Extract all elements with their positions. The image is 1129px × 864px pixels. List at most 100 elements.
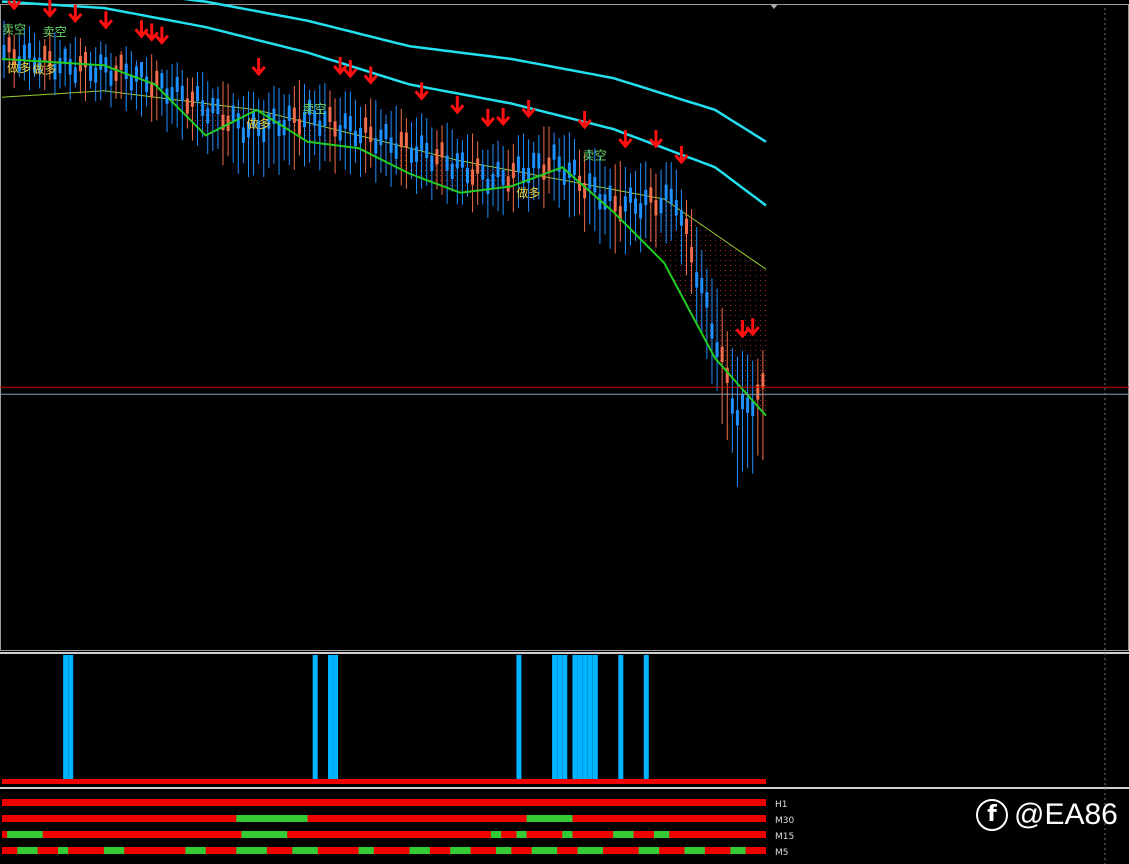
candle-body [761, 373, 765, 389]
candle-body [119, 54, 123, 71]
candle-body [404, 132, 408, 148]
candle-body [588, 173, 592, 189]
histogram-bar [557, 655, 563, 779]
histogram-bar [643, 655, 649, 779]
candle-body [185, 98, 189, 114]
candle-body [364, 117, 368, 133]
candle-body [124, 63, 128, 79]
trend-segment-bull [236, 815, 308, 822]
histogram-bar [333, 655, 339, 779]
histogram-bar [587, 655, 593, 779]
candle-body [735, 410, 739, 426]
histogram-baseline [2, 779, 766, 784]
shift-marker-icon [770, 4, 778, 9]
trend-segment-bull [103, 847, 125, 854]
trend-segment-bull [531, 847, 558, 854]
candle-body [445, 155, 449, 171]
candle-body [190, 91, 194, 107]
candle-body [359, 127, 363, 144]
histogram-bar [68, 655, 74, 779]
candle-body [593, 177, 597, 193]
candle-body [99, 54, 103, 70]
candle-body [552, 144, 556, 160]
candle-body [399, 131, 403, 148]
trend-segment-bull [516, 831, 527, 838]
trend-segment-bull [409, 847, 430, 854]
candle-body [384, 123, 388, 140]
trend-segment-bull [496, 847, 512, 854]
candle-body [211, 97, 215, 114]
candle-body [628, 187, 632, 203]
candle-body [63, 48, 67, 65]
candle-body [700, 278, 704, 294]
candle-body [634, 198, 638, 214]
candle-body [2, 44, 6, 61]
signal-label: 做多 [246, 116, 270, 131]
candle-body [43, 45, 47, 62]
candle-body [460, 152, 464, 168]
candle-body [639, 203, 643, 219]
signal-label: 卖空 [43, 25, 67, 39]
candle-body [690, 247, 694, 263]
signal-label: 卖空 [583, 149, 607, 163]
candle-body [547, 157, 551, 173]
timeframe-label: M30 [775, 816, 794, 826]
sell-arrow-icon [7, 0, 22, 11]
candle-body [476, 158, 480, 174]
candle-body [623, 196, 627, 212]
trend-segment-bull [490, 831, 502, 838]
candle-body [506, 176, 510, 192]
trend-segment-bull [58, 847, 69, 854]
candle-body [129, 75, 133, 91]
main-panel-border [0, 4, 1129, 651]
candle-body [89, 65, 93, 81]
trend-segment-bull [292, 847, 318, 854]
histogram-bar [582, 655, 588, 779]
candle-body [471, 169, 475, 185]
candle-body [481, 164, 485, 180]
signal-label: 做多 [516, 185, 540, 200]
candle-body [720, 346, 724, 362]
trend-segment-bull [684, 847, 705, 854]
candle-body [27, 43, 31, 59]
candle-body [353, 130, 357, 147]
candle-body [206, 108, 210, 124]
candle-body [715, 341, 719, 358]
candle-body [241, 127, 245, 143]
histogram-bar [618, 655, 624, 779]
sell-arrow-icon [98, 11, 114, 30]
candle-body [501, 170, 505, 186]
trend-strip-h1 [2, 799, 766, 806]
candle-body [496, 161, 500, 178]
candle-body [374, 138, 378, 154]
candle-body [175, 76, 179, 93]
histogram-bar [312, 655, 318, 779]
candle-body [741, 393, 745, 410]
histogram-bar [572, 655, 578, 779]
timeframe-label: H1 [775, 800, 788, 810]
candle-body [756, 384, 760, 400]
timeframe-label: M5 [775, 848, 789, 858]
candle-body [430, 155, 434, 171]
candle-body [58, 57, 62, 74]
candle-body [664, 184, 668, 200]
candle-body [532, 152, 536, 169]
candle-body [333, 121, 337, 137]
trend-strip-m15 [2, 831, 766, 838]
signal-label: 做多 [33, 62, 57, 77]
candle-body [695, 272, 699, 288]
candle-body [145, 76, 149, 92]
candle-body [455, 153, 459, 169]
candle-body [486, 178, 490, 195]
candle-body [746, 397, 750, 413]
trend-segment-bull [236, 847, 267, 854]
candle-body [160, 73, 164, 89]
histogram-bar [562, 655, 568, 779]
candle-body [140, 62, 144, 78]
candle-body [287, 105, 291, 121]
candle-body [68, 59, 72, 75]
candle-body [73, 67, 77, 83]
candle-body [379, 129, 383, 146]
signal-label: 卖空 [303, 102, 327, 116]
sell-arrow-icon [42, 0, 57, 18]
